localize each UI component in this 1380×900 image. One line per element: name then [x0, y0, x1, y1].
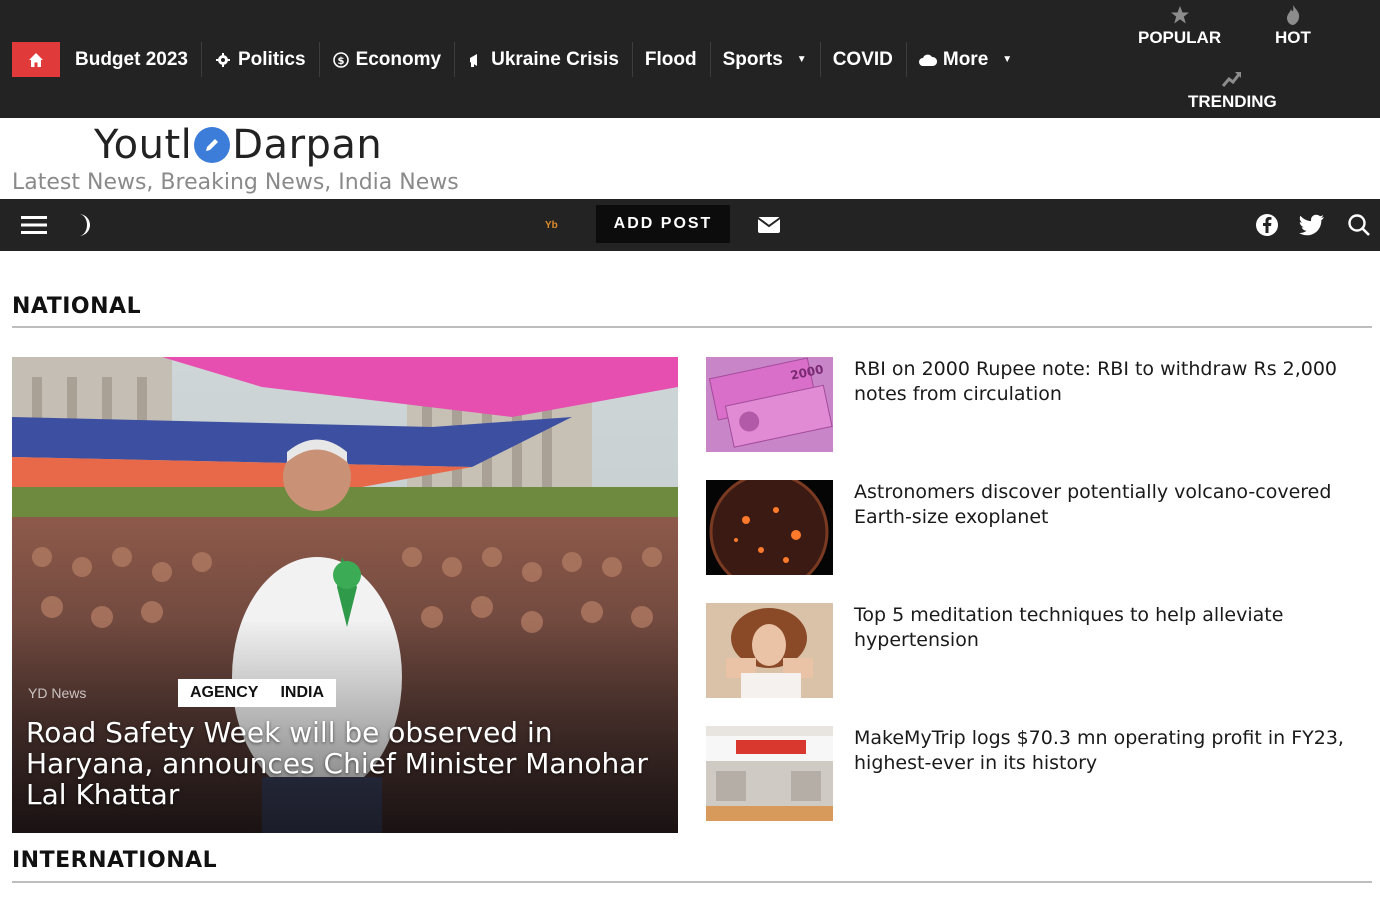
news-title[interactable]: RBI on 2000 Rupee note: RBI to withdraw …	[854, 357, 1364, 407]
twitter-icon[interactable]	[1298, 211, 1326, 239]
nav-label: Politics	[237, 48, 306, 70]
hot-link[interactable]: HOT	[1275, 4, 1311, 48]
news-thumbnail[interactable]	[706, 480, 833, 575]
nav-label: Flood	[644, 48, 697, 70]
site-logo[interactable]: Youtl Darpan	[94, 122, 382, 168]
news-title[interactable]: Astronomers discover potentially volcano…	[854, 480, 1364, 530]
news-thumbnail[interactable]	[706, 726, 833, 821]
featured-article-title[interactable]: Road Safety Week will be observed in Har…	[26, 717, 671, 810]
list-item[interactable]: Top 5 meditation techniques to help alle…	[706, 603, 1372, 699]
nav-label: Sports	[722, 48, 783, 70]
section-divider	[12, 881, 1372, 883]
svg-text:$: $	[337, 56, 344, 67]
trending-links: POPULAR HOT TRENDING	[1120, 0, 1380, 118]
trending-link[interactable]: TRENDING	[1188, 68, 1277, 112]
nav-label: Budget 2023	[75, 48, 188, 70]
featured-meta: YD News	[28, 685, 87, 701]
news-thumbnail[interactable]: 2000	[706, 357, 833, 452]
site-header: Youtl Darpan Latest News, Breaking News,…	[0, 118, 1380, 199]
nav-sports[interactable]: Sports ▼	[709, 42, 820, 77]
nav-flood[interactable]: Flood	[631, 42, 710, 77]
dark-mode-moon-icon[interactable]	[68, 211, 96, 239]
nav-budget-2023[interactable]: Budget 2023	[62, 42, 201, 77]
flame-icon	[1282, 4, 1304, 26]
facebook-icon[interactable]	[1253, 211, 1281, 239]
caret-down-icon: ▼	[1002, 54, 1013, 65]
add-post-button[interactable]: ADD POST	[596, 205, 730, 243]
logo-text-right: Darpan	[232, 122, 383, 168]
nav-more[interactable]: More ▼	[905, 42, 1025, 77]
popular-label: POPULAR	[1138, 28, 1222, 47]
featured-tags: AGENCY INDIA	[178, 679, 337, 707]
flag-logo-icon: Yb	[545, 220, 558, 231]
hamburger-menu-icon[interactable]	[20, 211, 48, 239]
pen-icon	[194, 127, 231, 163]
site-tagline: Latest News, Breaking News, India News	[12, 170, 459, 195]
gear-icon	[214, 51, 232, 69]
featured-article[interactable]: YD News AGENCY INDIA Road Safety Week wi…	[12, 357, 678, 833]
trending-label: TRENDING	[1188, 92, 1277, 111]
trending-up-icon	[1221, 68, 1243, 90]
list-item[interactable]: Astronomers discover potentially volcano…	[706, 480, 1372, 576]
nav-label: Economy	[355, 48, 442, 70]
caret-down-icon: ▼	[796, 54, 807, 65]
section-title-national: NATIONAL	[12, 294, 142, 319]
home-icon	[29, 52, 43, 67]
cloud-icon	[918, 51, 937, 69]
hot-label: HOT	[1275, 28, 1311, 47]
tag-agency[interactable]: AGENCY	[190, 684, 258, 702]
list-item[interactable]: 2000 RBI on 2000 Rupee note: RBI to with…	[706, 357, 1372, 453]
home-button[interactable]	[12, 42, 60, 77]
star-icon	[1169, 4, 1191, 26]
nav-economy[interactable]: $ Economy	[318, 42, 455, 77]
nav-ukraine-crisis[interactable]: Ukraine Crisis	[454, 42, 632, 77]
secondary-toolbar: Yb ADD POST	[0, 199, 1380, 251]
flag-text: Yb	[545, 220, 558, 231]
news-thumbnail[interactable]	[706, 603, 833, 698]
nav-label: Ukraine Crisis	[491, 48, 619, 70]
dollar-icon: $	[332, 51, 350, 69]
search-icon[interactable]	[1345, 211, 1373, 239]
nav-politics[interactable]: Politics	[200, 42, 319, 77]
nav-label: More	[942, 48, 989, 70]
nav-covid[interactable]: COVID	[819, 42, 906, 77]
main-nav: Budget 2023 Politics $ Economy Ukraine C…	[62, 42, 1025, 77]
tag-india[interactable]: INDIA	[280, 684, 324, 702]
popular-link[interactable]: POPULAR	[1138, 4, 1221, 48]
megaphone-icon	[467, 51, 485, 69]
news-title[interactable]: MakeMyTrip logs $70.3 mn operating profi…	[854, 726, 1364, 776]
top-navigation-bar: Budget 2023 Politics $ Economy Ukraine C…	[0, 0, 1380, 118]
email-icon[interactable]	[755, 211, 783, 239]
section-title-international: INTERNATIONAL	[12, 848, 218, 873]
news-title[interactable]: Top 5 meditation techniques to help alle…	[854, 603, 1364, 653]
list-item[interactable]: MakeMyTrip logs $70.3 mn operating profi…	[706, 726, 1372, 822]
section-divider	[12, 326, 1372, 328]
logo-text-left: Youtl	[94, 122, 193, 168]
nav-label: COVID	[832, 48, 893, 70]
